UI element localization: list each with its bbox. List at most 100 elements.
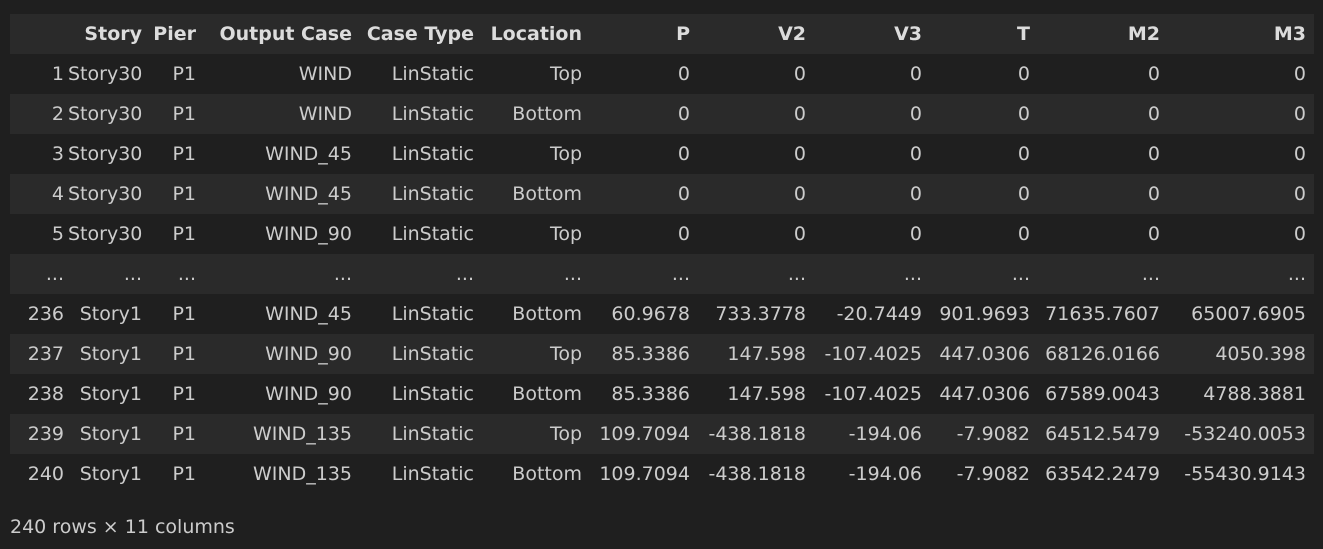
- column-header: V2: [778, 23, 806, 45]
- dataframe-table: Story Pier Output Case Case Type Location P V2…: [10, 14, 1314, 494]
- table-cell: 0: [677, 183, 690, 205]
- column-header: P: [676, 23, 690, 45]
- table-cell: 0: [1147, 183, 1160, 205]
- column-header: Output Case: [219, 23, 352, 45]
- table-row: 1 Story30 P1 WIND LinStatic Top 0 0 0 0 0 0: [10, 54, 1314, 94]
- index-header: [10, 14, 68, 54]
- table-cell: 85.3386: [611, 383, 690, 405]
- table-cell: LinStatic: [391, 183, 474, 205]
- table-cell: 0: [1293, 63, 1306, 85]
- row-index: 239: [27, 423, 64, 445]
- table-cell: Top: [549, 423, 582, 445]
- table-cell: 109.7094: [599, 463, 690, 485]
- table-cell: 0: [793, 143, 806, 165]
- table-cell: ...: [1011, 263, 1030, 285]
- table-cell: 0: [1017, 223, 1030, 245]
- table-cell: -107.4025: [824, 383, 922, 405]
- table-cell: Story1: [79, 383, 142, 405]
- table-row: 236 Story1 P1 WIND_45 LinStatic Bottom 60.9678…: [10, 294, 1314, 334]
- table-cell: -53240.0053: [1184, 423, 1306, 445]
- table-cell: 4788.3881: [1203, 383, 1306, 405]
- table-cell: P1: [172, 223, 196, 245]
- table-cell: 0: [909, 103, 922, 125]
- table-row: 237 Story1 P1 WIND_90 LinStatic Top 85.3386 147…: [10, 334, 1314, 374]
- table-cell: Bottom: [512, 383, 582, 405]
- table-cell: Story1: [79, 463, 142, 485]
- table-cell: 63542.2479: [1045, 463, 1160, 485]
- table-cell: WIND_135: [253, 463, 352, 485]
- table-row: ....................................: [10, 254, 1314, 294]
- table-cell: Bottom: [512, 103, 582, 125]
- table-cell: 0: [793, 103, 806, 125]
- table-cell: 67589.0043: [1045, 383, 1160, 405]
- table-cell: Bottom: [512, 183, 582, 205]
- table-cell: P1: [172, 343, 196, 365]
- table-cell: -438.1818: [708, 463, 806, 485]
- table-cell: 85.3386: [611, 343, 690, 365]
- table-cell: 0: [1147, 223, 1160, 245]
- table-cell: WIND_135: [253, 423, 352, 445]
- table-cell: WIND_90: [265, 223, 352, 245]
- table-cell: P1: [172, 143, 196, 165]
- table-cell: LinStatic: [391, 383, 474, 405]
- table-cell: 0: [793, 63, 806, 85]
- table-cell: 0: [1293, 103, 1306, 125]
- table-cell: 0: [793, 183, 806, 205]
- table-cell: LinStatic: [391, 143, 474, 165]
- table-cell: 4050.398: [1215, 343, 1306, 365]
- table-cell: 0: [909, 143, 922, 165]
- table-cell: 0: [909, 63, 922, 85]
- table-cell: 0: [1147, 103, 1160, 125]
- table-cell: 71635.7607: [1045, 303, 1160, 325]
- table-row: 240 Story1 P1 WIND_135 LinStatic Bottom 109.70…: [10, 454, 1314, 494]
- table-cell: 68126.0166: [1045, 343, 1160, 365]
- table-cell: ...: [1287, 263, 1306, 285]
- row-index: 5: [51, 223, 64, 245]
- table-cell: 64512.5479: [1045, 423, 1160, 445]
- table-cell: 0: [1017, 63, 1030, 85]
- table-cell: P1: [172, 303, 196, 325]
- table-cell: WIND_45: [265, 183, 352, 205]
- table-cell: Top: [549, 223, 582, 245]
- table-header-row: Story Pier Output Case Case Type Location P V2…: [10, 14, 1314, 54]
- table-cell: ...: [563, 263, 582, 285]
- table-cell: ...: [787, 263, 806, 285]
- table-cell: ...: [455, 263, 474, 285]
- table-cell: 0: [1293, 143, 1306, 165]
- table-cell: Story1: [79, 423, 142, 445]
- table-cell: Story1: [79, 343, 142, 365]
- row-index: 240: [27, 463, 64, 485]
- table-cell: LinStatic: [391, 63, 474, 85]
- table-cell: -107.4025: [824, 343, 922, 365]
- table-row: 3 Story30 P1 WIND_45 LinStatic Top 0 0 0 0 0 0: [10, 134, 1314, 174]
- table-cell: 0: [677, 103, 690, 125]
- table-cell: 901.9693: [939, 303, 1030, 325]
- table-cell: 0: [1293, 183, 1306, 205]
- table-cell: P1: [172, 383, 196, 405]
- column-header: Story: [84, 23, 142, 45]
- table-cell: 733.3778: [715, 303, 806, 325]
- table-cell: Top: [549, 63, 582, 85]
- table-cell: WIND: [298, 63, 352, 85]
- table-cell: Story1: [79, 303, 142, 325]
- table-cell: 0: [1147, 63, 1160, 85]
- row-index: 4: [51, 183, 64, 205]
- table-cell: ...: [1141, 263, 1160, 285]
- table-cell: Story30: [68, 63, 143, 85]
- column-header: T: [1017, 23, 1030, 45]
- table-cell: -194.06: [848, 463, 922, 485]
- table-row: 238 Story1 P1 WIND_90 LinStatic Bottom 85.3386…: [10, 374, 1314, 414]
- row-index: 236: [27, 303, 64, 325]
- table-cell: WIND_90: [265, 343, 352, 365]
- table-cell: 447.0306: [939, 383, 1030, 405]
- table-cell: 147.598: [727, 343, 806, 365]
- row-index: 237: [27, 343, 64, 365]
- table-cell: 0: [793, 223, 806, 245]
- table-cell: WIND: [298, 103, 352, 125]
- dataframe-shape-label: 240 rows × 11 columns: [10, 516, 235, 538]
- row-index: 1: [51, 63, 64, 85]
- row-index: 238: [27, 383, 64, 405]
- table-cell: LinStatic: [391, 223, 474, 245]
- table-cell: 0: [909, 183, 922, 205]
- column-header: Location: [490, 23, 582, 45]
